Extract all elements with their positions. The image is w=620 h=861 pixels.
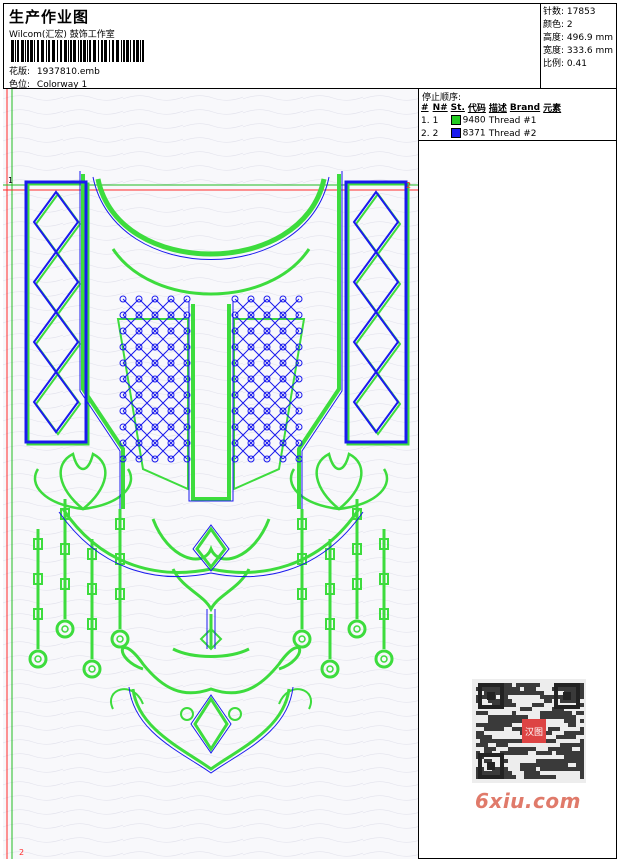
- col-description: 描述: [488, 104, 507, 114]
- qr-code: 汉图: [472, 679, 586, 783]
- stop-sequence-header: # N# St. 代码 描述 Brand 元素: [421, 101, 564, 115]
- watermark-text: 6xiu.com: [475, 789, 581, 813]
- row-needle: 1: [432, 115, 439, 126]
- row-description: Thread #2: [488, 128, 537, 139]
- row-code-cell: 9480: [450, 114, 489, 127]
- guide-label-top-right: 2: [406, 181, 411, 190]
- row-code: 8371: [462, 128, 486, 139]
- table-row[interactable]: 2. 2 8371 Thread #2: [421, 127, 564, 140]
- design-file-label: 花版:: [9, 67, 31, 77]
- header-panel: 生产作业图 Wilcom(汇宏) 鼓饰工作室 花版: 1937810.emb 色…: [3, 3, 541, 90]
- stats-panel: 针数: 17853 颜色: 2 高度: 496.9 mm 宽度: 333.6 m…: [541, 3, 617, 89]
- company-name: Wilcom(汇宏) 鼓饰工作室: [9, 30, 115, 40]
- col-element: 元素: [543, 104, 562, 114]
- design-canvas[interactable]: 1 2 2: [3, 89, 419, 859]
- col-code: 代码: [467, 104, 486, 114]
- qr-badge-label: 汉图: [525, 727, 543, 738]
- col-index: #: [421, 102, 429, 113]
- design-width: 宽度: 333.6 mm: [543, 46, 614, 56]
- col-brand: Brand: [509, 102, 541, 113]
- design-height: 高度: 496.9 mm: [543, 33, 614, 43]
- table-row[interactable]: 1. 1 9480 Thread #1: [421, 114, 564, 127]
- row-description: Thread #1: [488, 115, 537, 126]
- row-index: 1.: [421, 115, 430, 126]
- row-code-cell: 8371: [450, 127, 489, 140]
- color-count: 颜色: 2: [543, 20, 573, 30]
- row-code: 9480: [462, 115, 486, 126]
- barcode: [11, 40, 144, 62]
- panel-divider: [419, 140, 617, 141]
- color-swatch: [450, 128, 461, 139]
- page-title: 生产作业图: [9, 8, 90, 26]
- stitch-count: 针数: 17853: [543, 7, 596, 17]
- stop-sequence-table: # N# St. 代码 描述 Brand 元素 1. 1 9480 Thread…: [421, 101, 564, 140]
- color-swatch: [450, 115, 461, 126]
- design-file-value: 1937810.emb: [36, 67, 100, 77]
- guide-label-top-left: 1: [8, 176, 13, 185]
- col-stop: St.: [450, 102, 465, 113]
- row-needle: 2: [432, 128, 439, 139]
- row-index: 2.: [421, 128, 430, 139]
- guide-label-bottom-left: 2: [19, 848, 24, 857]
- design-scale: 比例: 0.41: [543, 59, 587, 69]
- design-file-row: 花版: 1937810.emb: [9, 64, 100, 77]
- col-needle: N#: [432, 102, 448, 113]
- embroidery-artwork: 1 2 2: [3, 89, 418, 859]
